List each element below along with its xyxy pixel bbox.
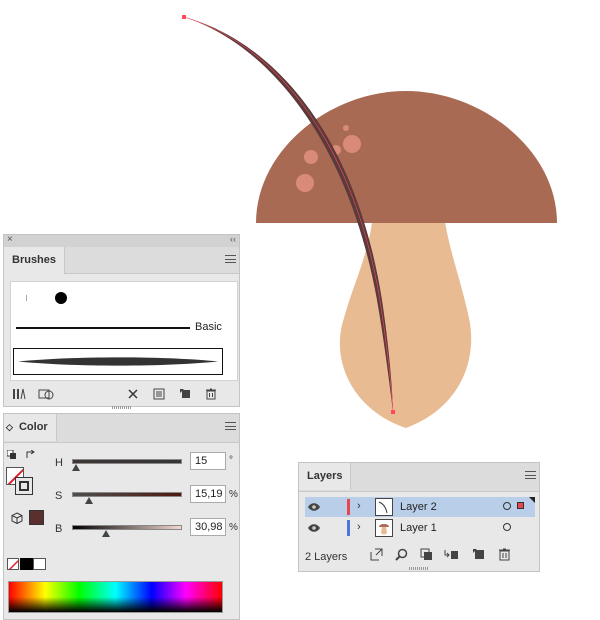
cap-spot [304,150,318,164]
saturation-label: S [55,490,63,502]
tab-layers[interactable]: Layers [299,463,352,490]
locate-object-icon[interactable] [394,548,408,562]
brush-item-basic[interactable]: Basic [11,314,237,342]
expand-chevron-icon[interactable]: › [357,500,361,512]
resize-grip[interactable] [111,406,132,409]
mushroom-artwork[interactable] [256,91,557,428]
saturation-unit: % [229,489,238,500]
layer-row-2[interactable]: › Layer 2 [305,497,535,517]
brushes-tab-row: Brushes [4,247,239,274]
default-colors-icon[interactable] [6,449,17,460]
tapered-stroke-preview [18,357,218,366]
layer-count: 2 Layers [305,551,348,563]
mushroom-cap[interactable] [256,91,557,223]
collapse-panel-button[interactable]: ‹‹ [230,234,236,244]
close-panel-button[interactable]: × [7,234,13,245]
layer-name[interactable]: Layer 1 [400,522,437,534]
tab-brushes[interactable]: Brushes [4,247,66,274]
brush-swatch-round[interactable] [44,282,76,314]
new-sublayer-icon[interactable] [444,548,458,562]
brush-libraries-icon[interactable] [12,388,26,402]
layer-color-indicator [347,499,350,515]
brush-list[interactable]: Basic [10,281,238,381]
none-swatch[interactable] [7,558,19,570]
panel-menu-icon[interactable] [525,471,536,479]
cap-spot [296,174,314,192]
layer-thumbnail [375,519,393,537]
cube-icon[interactable] [11,512,23,525]
panel-menu-icon[interactable] [225,255,236,263]
hue-unit: ° [229,455,233,466]
saturation-slider-thumb[interactable] [84,497,93,504]
white-swatch[interactable] [33,558,46,570]
clipping-mask-icon[interactable] [419,548,433,562]
layers-tab-row: Layers [299,463,539,492]
anchor-point-start[interactable] [182,15,186,19]
panel-menu-icon[interactable] [225,422,236,430]
delete-layer-icon[interactable] [497,548,511,562]
mushroom-stem[interactable] [339,222,472,428]
delete-brush-icon[interactable] [204,388,218,402]
brightness-label: B [55,523,63,535]
new-layer-icon[interactable] [471,548,485,562]
stroke-inner-icon [19,481,29,491]
tab-color-label: Color [18,421,48,433]
layer-target-icon[interactable] [503,523,511,531]
quick-swatches [7,558,47,570]
hue-slider-track[interactable] [72,459,182,464]
current-layer-indicator [529,497,535,503]
color-panel: ◇ Color H 15 ° S 15,19 % B 30,98 % [3,413,240,620]
eye-icon[interactable] [307,502,321,512]
brush-item-tapered[interactable] [13,348,223,375]
brush-swatch-tiny[interactable] [11,282,43,314]
hue-slider-thumb[interactable] [72,464,81,471]
layer-name[interactable]: Layer 2 [400,501,437,513]
layer-target-icon[interactable] [503,502,511,510]
saturation-value-input[interactable]: 15,19 [190,485,226,503]
anchor-point-end[interactable] [391,410,395,414]
brush-label: Basic [195,321,222,333]
stroke-swatch[interactable] [15,477,33,495]
new-brush-icon[interactable] [178,388,192,402]
libraries-panel-icon[interactable] [38,388,54,402]
color-tab-row: ◇ Color [4,414,239,443]
brightness-value-input[interactable]: 30,98 [190,518,226,536]
layer-thumbnail [375,498,393,516]
brightness-slider-thumb[interactable] [102,530,111,537]
layer-selection-indicator[interactable] [517,502,524,509]
cap-spot [343,125,349,131]
hue-label: H [55,457,63,469]
brightness-slider-track[interactable] [72,525,182,530]
brushes-panel: × ‹‹ Brushes Basic [3,234,240,409]
tab-options-arrow-icon: ◇ [6,422,13,432]
remove-stroke-icon[interactable] [126,388,140,402]
brush-options-icon[interactable] [152,388,166,402]
eye-icon[interactable] [307,523,321,533]
layer-color-indicator [347,520,350,536]
color-spectrum[interactable] [8,581,223,613]
expand-chevron-icon[interactable]: › [357,521,361,533]
current-color-swatch[interactable] [29,510,44,525]
export-icon[interactable] [369,548,383,562]
basic-stroke-preview [16,327,190,329]
brightness-unit: % [229,522,238,533]
hue-value-input[interactable]: 15 [190,452,226,470]
panel-title-bar[interactable]: × ‹‹ [4,234,239,247]
brushes-toolbar [4,384,239,406]
layers-panel: Layers › Layer 2 › Layer 1 2 Layers [298,462,540,572]
tab-color[interactable]: ◇ Color [4,414,57,441]
black-swatch[interactable] [20,558,33,570]
cap-spot [343,135,361,153]
swap-colors-icon[interactable] [26,449,36,460]
tiny-dot-icon [26,295,27,301]
round-dot-icon [55,292,67,304]
layer-row-1[interactable]: › Layer 1 [305,518,535,538]
resize-grip[interactable] [409,567,429,570]
